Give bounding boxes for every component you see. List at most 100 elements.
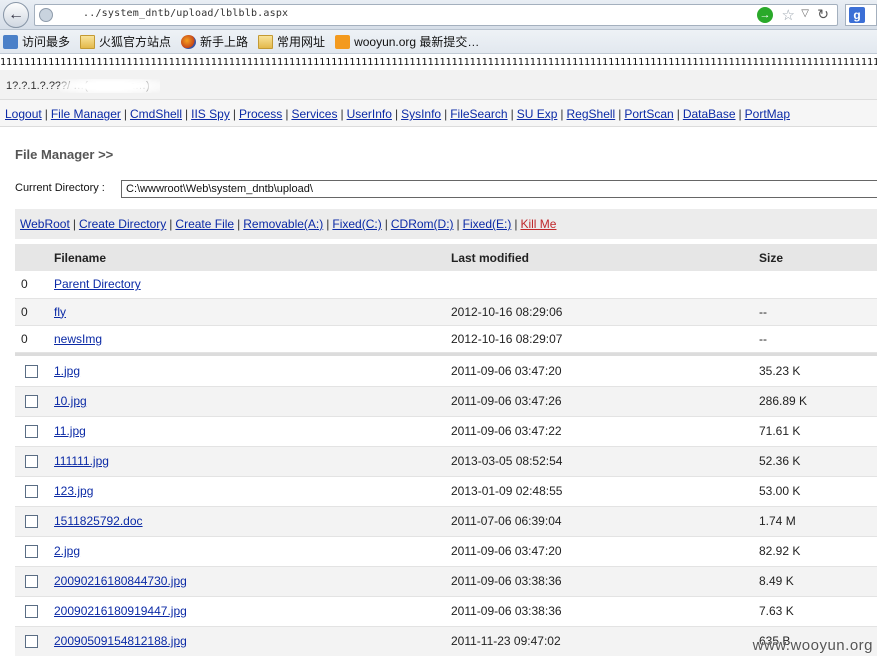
menu-file-manager[interactable]: File Manager xyxy=(51,107,121,121)
file-link[interactable]: 10.jpg xyxy=(54,394,87,408)
bookmarks-bar: 访问最多 火狐官方站点 新手上路 常用网址 wooyun.org 最新提交… xyxy=(0,30,877,54)
file-row: 20090216180844730.jpg 2011-09-06 03:38:3… xyxy=(15,566,877,596)
file-link[interactable]: 1.jpg xyxy=(54,364,80,378)
action-drive-d[interactable]: CDRom(D:) xyxy=(391,217,454,231)
file-link[interactable]: 20090216180844730.jpg xyxy=(54,574,187,588)
file-checkbox[interactable] xyxy=(25,605,38,619)
file-checkbox[interactable] xyxy=(25,485,38,499)
bookmark-most-visited[interactable]: 访问最多 xyxy=(3,33,70,50)
menu-userinfo[interactable]: UserInfo xyxy=(347,107,392,121)
file-size: 52.36 K xyxy=(759,454,801,468)
output-ones-line: 1111111111111111111111111111111111111111… xyxy=(0,57,877,68)
file-row: 20090216180919447.jpg 2011-09-06 03:38:3… xyxy=(15,596,877,626)
file-row: 10.jpg 2011-09-06 03:47:26 286.89 K xyxy=(15,386,877,416)
file-size: 71.61 K xyxy=(759,424,801,438)
file-size: 1.74 M xyxy=(759,514,796,528)
history-dropdown-icon[interactable]: ▽ xyxy=(801,8,809,19)
bookmark-common-sites[interactable]: 常用网址 xyxy=(258,33,325,50)
file-link[interactable]: 20090216180919447.jpg xyxy=(54,604,187,618)
file-checkbox[interactable] xyxy=(25,395,38,409)
current-directory-input[interactable] xyxy=(121,180,877,198)
menu-services[interactable]: Services xyxy=(291,107,337,121)
visits-icon xyxy=(3,34,18,49)
url-text: ../system_dntb/upload/lblblb.aspx xyxy=(83,8,289,19)
file-row: 11.jpg 2011-09-06 03:47:22 71.61 K xyxy=(15,416,877,446)
watermark-text: www.wooyun.org xyxy=(752,637,873,654)
file-row: 1511825792.doc 2011-07-06 06:39:04 1.74 … xyxy=(15,506,877,536)
bookmark-getting-started[interactable]: 新手上路 xyxy=(181,33,248,50)
file-row: 123.jpg 2013-01-09 02:48:55 53.00 K xyxy=(15,476,877,506)
file-checkbox[interactable] xyxy=(25,575,38,589)
bookmark-firefox-site[interactable]: 火狐官方站点 xyxy=(80,33,171,50)
bookmark-wooyun-feed[interactable]: wooyun.org 最新提交… xyxy=(335,33,479,50)
file-size: 82.92 K xyxy=(759,544,801,558)
action-drive-c[interactable]: Fixed(C:) xyxy=(332,217,381,231)
directory-link[interactable]: newsImg xyxy=(54,332,102,346)
action-drive-a[interactable]: Removable(A:) xyxy=(243,217,323,231)
file-size: 8.49 K xyxy=(759,574,794,588)
column-filename: Filename xyxy=(54,250,107,265)
google-icon[interactable]: g xyxy=(849,7,865,23)
menu-filesearch[interactable]: FileSearch xyxy=(450,107,507,121)
file-modified: 2011-07-06 06:39:04 xyxy=(451,514,562,528)
file-size: 286.89 K xyxy=(759,394,808,408)
file-modified: 2011-11-23 09:47:02 xyxy=(451,634,561,648)
menu-portscan[interactable]: PortScan xyxy=(624,107,673,121)
file-link[interactable]: 11.jpg xyxy=(54,424,86,438)
file-modified: 2011-09-06 03:47:22 xyxy=(451,424,562,438)
action-kill-me[interactable]: Kill Me xyxy=(520,217,556,231)
file-link[interactable]: 123.jpg xyxy=(54,484,93,498)
directory-row: 0 newsImg 2012-10-16 08:29:07 -- xyxy=(15,325,877,352)
file-checkbox[interactable] xyxy=(25,635,38,649)
action-webroot[interactable]: WebRoot xyxy=(20,217,70,231)
file-row: 1.jpg 2011-09-06 03:47:20 35.23 K xyxy=(15,356,877,386)
menu-su-exp[interactable]: SU Exp xyxy=(517,107,558,121)
firefox-icon xyxy=(181,34,197,49)
site-identity-icon[interactable] xyxy=(39,8,53,22)
file-table-header: Filename Last modified Size xyxy=(15,244,877,271)
file-checkbox[interactable] xyxy=(25,364,38,378)
search-engine-box[interactable]: g xyxy=(845,4,877,26)
file-checkbox[interactable] xyxy=(25,545,38,559)
file-size: 53.00 K xyxy=(759,484,801,498)
menu-portmap[interactable]: PortMap xyxy=(745,107,790,121)
page-title: File Manager >> xyxy=(15,147,114,162)
file-modified: 2011-09-06 03:38:36 xyxy=(451,604,562,618)
reload-icon[interactable]: ↻ xyxy=(817,6,829,23)
bookmark-star-icon[interactable]: ☆ xyxy=(782,6,795,24)
file-modified: 2011-09-06 03:47:20 xyxy=(451,363,562,378)
server-info-bar: 1?.?.1.?.???/ …(www.com…) xyxy=(0,70,877,100)
file-checkbox[interactable] xyxy=(25,515,38,529)
file-link[interactable]: 1511825792.doc xyxy=(54,514,143,528)
url-field[interactable]: ../system_dntb/upload/lblblb.aspx → ☆ ▽ … xyxy=(34,4,838,26)
file-modified: 2013-03-05 08:52:54 xyxy=(451,454,563,468)
menu-process[interactable]: Process xyxy=(239,107,282,121)
go-arrow-icon[interactable]: → xyxy=(757,7,773,23)
action-create-file[interactable]: Create File xyxy=(175,217,234,231)
menu-cmdshell[interactable]: CmdShell xyxy=(130,107,182,121)
file-table: Filename Last modified Size 0 Parent Dir… xyxy=(15,244,877,656)
menu-sysinfo[interactable]: SysInfo xyxy=(401,107,441,121)
file-size: 35.23 K xyxy=(759,363,801,378)
file-row: 111111.jpg 2013-03-05 08:52:54 52.36 K xyxy=(15,446,877,476)
file-checkbox[interactable] xyxy=(25,455,38,469)
menu-regshell[interactable]: RegShell xyxy=(567,107,616,121)
back-button[interactable]: ← xyxy=(3,2,29,28)
file-modified: 2011-09-06 03:47:26 xyxy=(451,394,562,408)
arrow-left-icon: ← xyxy=(8,6,24,23)
action-drive-e[interactable]: Fixed(E:) xyxy=(463,217,512,231)
file-link[interactable]: 20090509154812188.jpg xyxy=(54,634,187,648)
menu-iis-spy[interactable]: IIS Spy xyxy=(191,107,230,121)
directory-link[interactable]: Parent Directory xyxy=(54,277,141,291)
browser-toolbar: ← ../system_dntb/upload/lblblb.aspx → ☆ … xyxy=(0,0,877,30)
file-link[interactable]: 111111.jpg xyxy=(54,454,109,468)
menu-database[interactable]: DataBase xyxy=(683,107,736,121)
menu-logout[interactable]: Logout xyxy=(5,107,42,121)
rss-icon xyxy=(335,34,351,49)
directory-row: 0 fly 2012-10-16 08:29:06 -- xyxy=(15,298,877,325)
shell-menu-bar: Logout | File Manager | CmdShell | IIS Spy | Pro… xyxy=(0,100,877,127)
file-checkbox[interactable] xyxy=(25,425,38,439)
action-create-directory[interactable]: Create Directory xyxy=(79,217,166,231)
directory-link[interactable]: fly xyxy=(54,305,66,319)
file-link[interactable]: 2.jpg xyxy=(54,544,80,558)
